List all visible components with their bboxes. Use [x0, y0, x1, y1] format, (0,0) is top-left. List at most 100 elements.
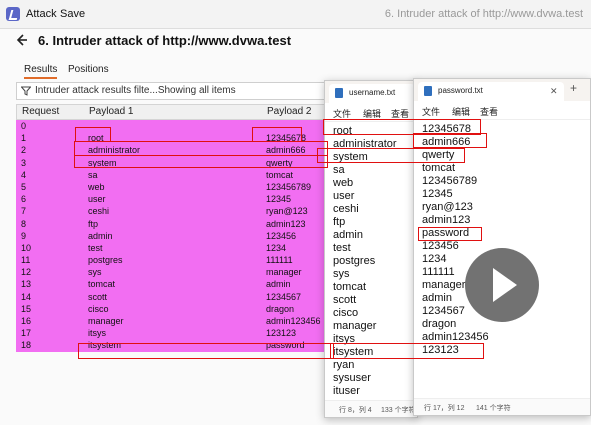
annotation-box [75, 127, 111, 142]
cell-request: 10 [21, 242, 32, 253]
table-row[interactable]: 7 ceshi ryan@123 [16, 205, 334, 218]
tab-results[interactable]: Results [24, 64, 58, 79]
cell-payload1: tomcat [88, 279, 116, 290]
cell-payload1: web [88, 181, 105, 192]
cell-payload2: 123456 [266, 230, 297, 241]
text-line: tomcat [422, 162, 456, 174]
cell-payload2: 123456789 [266, 181, 312, 192]
cell-request: 2 [21, 145, 27, 156]
table-row[interactable]: 17 itsys 123123 [16, 327, 334, 340]
cell-payload2: admin123 [266, 218, 306, 229]
cell-request: 15 [21, 303, 32, 314]
burp-logo-icon [6, 7, 20, 21]
annotation-box [74, 155, 328, 168]
text-line: 123456789 [422, 175, 478, 187]
back-arrow-icon[interactable] [16, 34, 28, 46]
status-cursor-position: 行 17，列 12 [424, 405, 465, 412]
cell-payload2: 111111 [266, 255, 293, 266]
cell-payload1: postgres [88, 255, 123, 266]
table-row[interactable]: 4 sa tomcat [16, 168, 334, 181]
table-row[interactable]: 11 postgres 111111 [16, 254, 334, 267]
cell-payload2: tomcat [266, 169, 294, 180]
menu-edit[interactable]: 编辑 [452, 105, 470, 118]
status-char-count: 141 个字符 [476, 405, 511, 412]
column-header-payload1[interactable]: Payload 1 [89, 106, 133, 117]
cell-request: 12 [21, 267, 32, 278]
window-title: 6. Intruder attack of http://www.dvwa.te… [384, 8, 583, 20]
close-icon[interactable]: ✕ [550, 86, 558, 97]
filter-bar[interactable]: Intruder attack results filte...Showing … [16, 82, 336, 100]
table-row[interactable]: 13 tomcat admin [16, 278, 334, 291]
table-row[interactable]: 10 test 1234 [16, 241, 334, 255]
cell-request: 3 [21, 157, 27, 168]
notepad-username-tab[interactable]: username.txt [329, 84, 415, 103]
text-line: ituser [333, 385, 360, 397]
menu-save[interactable]: Save [60, 8, 85, 20]
filter-icon[interactable] [21, 86, 31, 96]
menu-file[interactable]: 文件 [422, 105, 440, 118]
notepad-password-status: 行 17，列 12 141 个字符 [414, 398, 590, 415]
text-line: user [333, 190, 355, 202]
filter-text: Intruder attack results filte...Showing … [35, 85, 236, 96]
table-row[interactable]: 5 web 123456789 [16, 180, 334, 194]
page-title: 6. Intruder attack of http://www.dvwa.te… [38, 33, 292, 48]
table-row[interactable]: 16 manager admin123456 [16, 315, 334, 328]
text-line: dragon [422, 318, 457, 330]
text-line: sa [333, 164, 345, 176]
text-line: manager [333, 320, 377, 332]
text-line: sysuser [333, 372, 371, 384]
table-row[interactable]: 6 user 12345 [16, 193, 334, 206]
cell-payload1: test [88, 242, 103, 253]
cell-payload2: 1234 [266, 242, 287, 253]
text-line: scott [333, 294, 357, 306]
table-row[interactable]: 12 sys manager [16, 266, 334, 279]
text-line: ryan@123 [422, 201, 473, 213]
cell-payload1: manager [88, 316, 124, 326]
table-header: Request Payload 1 Payload 2 [16, 104, 334, 120]
notepad-username-filename: username.txt [349, 88, 396, 97]
cell-request: 6 [21, 194, 27, 205]
text-line: 12345 [422, 188, 453, 200]
cell-request: 0 [21, 121, 27, 131]
cell-request: 7 [21, 206, 27, 217]
annotation-box [330, 343, 484, 359]
annotation-box [74, 141, 328, 156]
cell-payload1: ftp [88, 218, 99, 229]
tab-positions[interactable]: Positions [68, 64, 109, 75]
cell-request: 17 [21, 328, 32, 339]
table-row[interactable]: 14 scott 1234567 [16, 290, 334, 303]
cell-payload1: user [88, 194, 106, 205]
plus-icon[interactable]: + [570, 81, 577, 95]
text-line: ceshi [333, 203, 359, 215]
table-row[interactable]: 8 ftp admin123 [16, 217, 334, 230]
annotation-box [418, 227, 482, 241]
menu-view[interactable]: 查看 [480, 105, 498, 118]
notepad-password-tabbar: password.txt ✕ + [414, 79, 590, 101]
cell-request: 18 [21, 340, 32, 351]
annotation-box [78, 343, 334, 359]
table-row[interactable]: 9 admin 123456 [16, 229, 334, 242]
menu-attack[interactable]: Attack [26, 8, 57, 20]
notepad-file-icon [424, 86, 432, 96]
cell-payload1: itsys [88, 328, 106, 339]
text-line: admin123 [422, 214, 471, 226]
notepad-password-tab[interactable]: password.txt ✕ [418, 82, 564, 101]
notepad-file-icon [335, 88, 343, 98]
cell-request: 5 [21, 181, 27, 192]
status-char-count: 133 个字符 [381, 407, 416, 414]
text-line: web [333, 177, 354, 189]
cell-payload2: manager [266, 267, 302, 278]
attack-header: 6. Intruder attack of http://www.dvwa.te… [0, 28, 591, 54]
cell-payload2: 123123 [266, 328, 297, 339]
text-line: test [333, 242, 351, 254]
column-header-payload2[interactable]: Payload 2 [267, 106, 311, 117]
cell-payload2: ryan@123 [266, 206, 308, 217]
notepad-password-menu: 文件 编辑 查看 [414, 101, 590, 120]
column-header-request[interactable]: Request [22, 106, 59, 117]
cell-request: 1 [21, 133, 27, 144]
play-icon[interactable] [465, 248, 539, 322]
table-row[interactable]: 15 cisco dragon [16, 302, 334, 315]
text-line: cisco [333, 307, 359, 319]
cell-request: 8 [21, 218, 27, 229]
cell-request: 14 [21, 291, 32, 302]
